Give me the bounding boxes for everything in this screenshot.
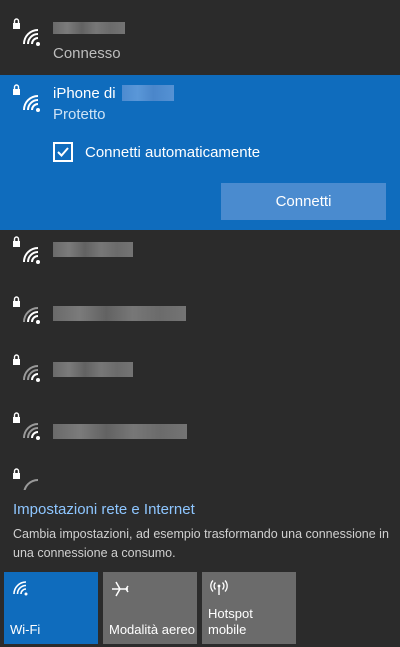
auto-connect-label[interactable]: Connetti automaticamente <box>85 144 260 161</box>
connect-button[interactable]: Connetti <box>221 183 386 220</box>
network-item[interactable] <box>0 406 400 464</box>
network-name: iPhone di <box>53 85 116 102</box>
airplane-mode-tile[interactable]: Modalità aereo <box>103 572 197 644</box>
network-item-connected[interactable]: Connesso <box>0 0 400 72</box>
network-item[interactable] <box>0 290 400 348</box>
network-name-redacted <box>122 85 174 101</box>
secured-wifi-icon <box>13 468 39 490</box>
secured-wifi-icon <box>13 412 40 440</box>
hotspot-icon <box>210 580 228 595</box>
network-name-redacted <box>53 306 186 321</box>
network-settings-description: Cambia impostazioni, ad esempio trasform… <box>13 527 389 560</box>
network-name-redacted <box>53 242 133 257</box>
network-name-redacted <box>53 424 187 439</box>
network-status: Connesso <box>53 45 121 62</box>
tile-label: Modalità aereo <box>109 622 195 637</box>
network-item[interactable] <box>0 348 400 406</box>
network-status: Protetto <box>53 106 106 123</box>
network-item[interactable] <box>0 464 400 490</box>
secured-wifi-icon <box>13 354 40 382</box>
secured-wifi-icon <box>13 18 40 46</box>
wifi-icon <box>13 581 28 596</box>
network-settings-link[interactable]: Impostazioni rete e Internet <box>13 501 195 518</box>
mobile-hotspot-tile[interactable]: Hotspot mobile <box>202 572 296 644</box>
auto-connect-checkbox[interactable] <box>53 142 73 162</box>
secured-wifi-icon <box>13 236 40 264</box>
network-name-redacted <box>53 362 133 377</box>
tile-label-line: mobile <box>208 622 247 637</box>
tile-label-line: Hotspot <box>208 606 253 621</box>
checkmark-icon <box>57 147 69 157</box>
secured-wifi-icon <box>13 296 40 324</box>
secured-wifi-icon <box>13 84 40 112</box>
airplane-icon <box>112 581 129 597</box>
network-name-redacted <box>53 22 125 34</box>
network-item[interactable] <box>0 230 400 288</box>
tile-label: Wi-Fi <box>10 622 41 637</box>
tile-label: Hotspot mobile <box>208 606 253 638</box>
wifi-toggle-tile[interactable]: Wi-Fi <box>4 572 98 644</box>
